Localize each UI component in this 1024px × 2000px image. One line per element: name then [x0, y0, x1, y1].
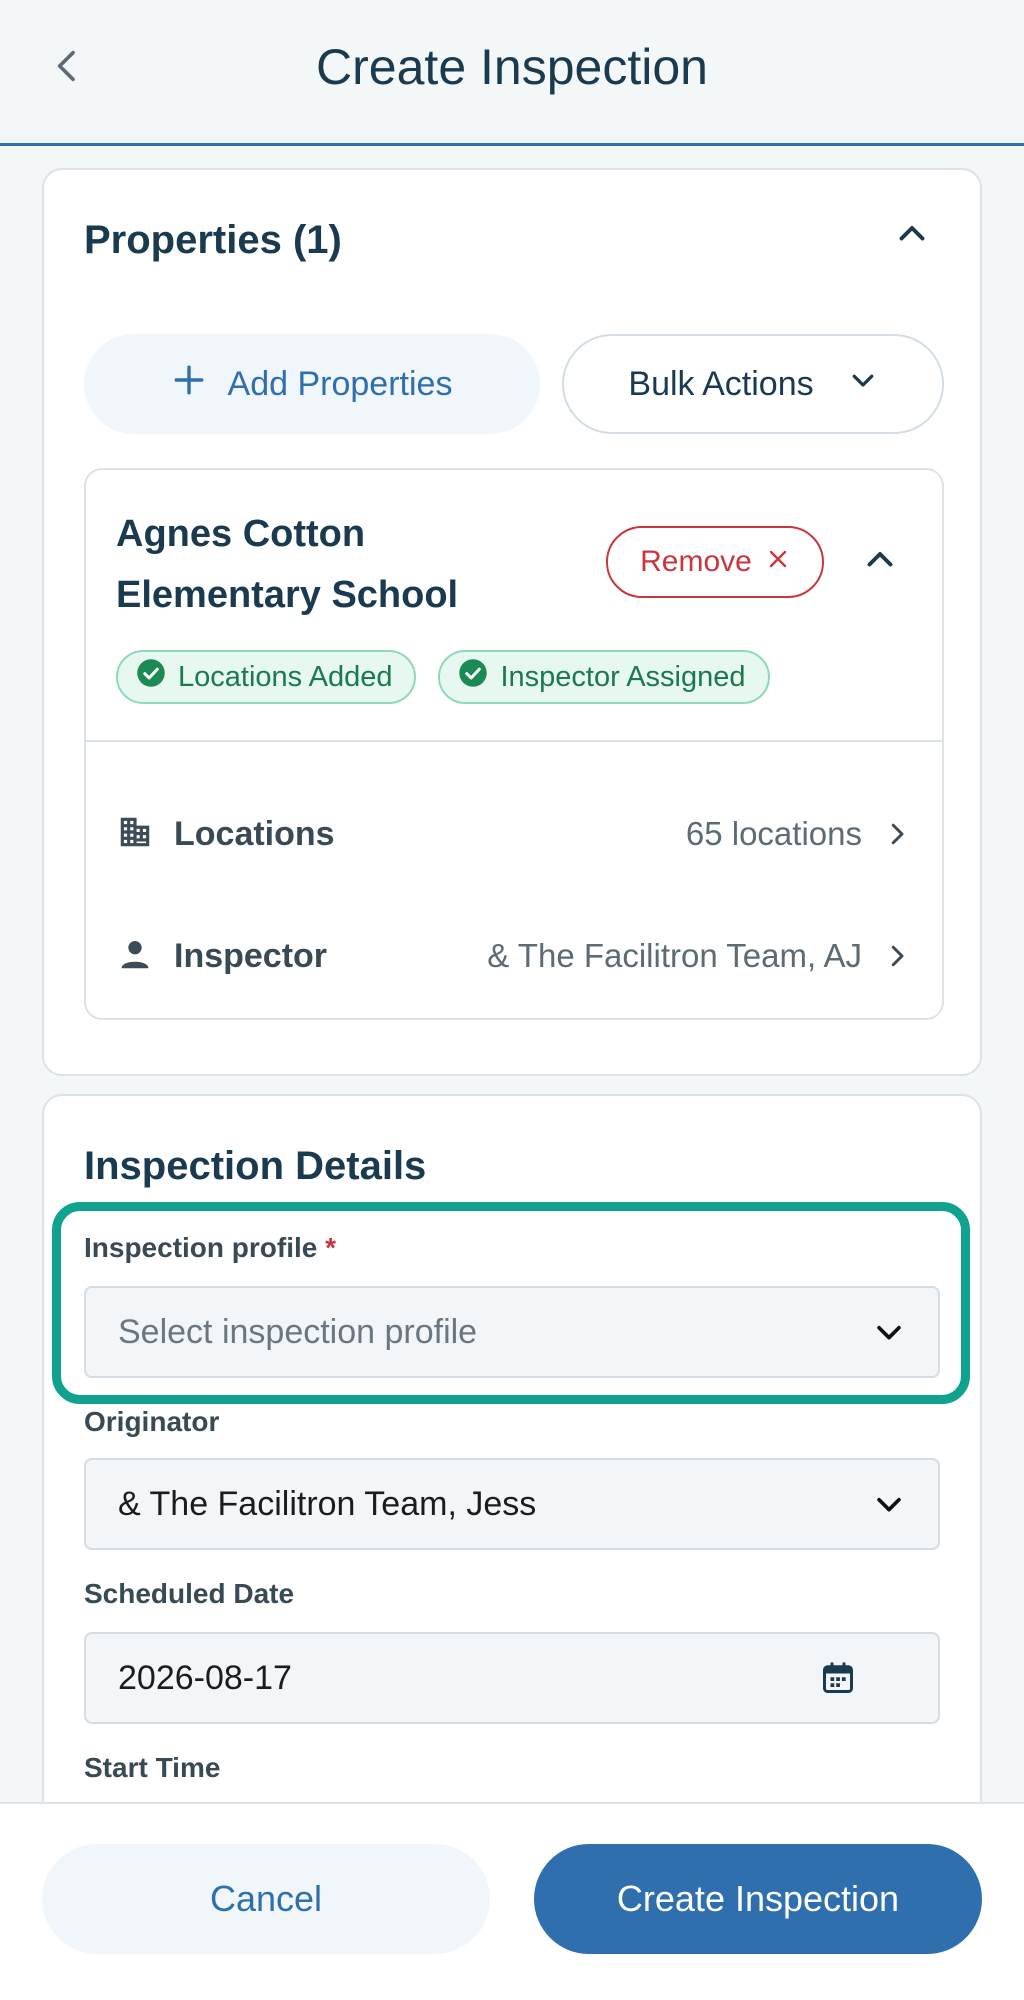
status-badges: Locations Added Inspector Assigned — [116, 650, 770, 704]
app-header: Create Inspection — [0, 0, 1024, 146]
status-badge: Inspector Assigned — [438, 650, 770, 704]
properties-card: Properties (1) Add Properties Bulk Actio… — [42, 168, 982, 1076]
originator-value: & The Facilitron Team, Jess — [118, 1484, 537, 1523]
cancel-button[interactable]: Cancel — [42, 1844, 490, 1954]
bulk-actions-label: Bulk Actions — [628, 364, 814, 403]
inspection-profile-label-text: Inspection profile — [84, 1232, 318, 1263]
plus-icon — [172, 363, 206, 406]
footer-action-bar: Cancel Create Inspection — [0, 1802, 1024, 2000]
start-time-label: Start Time — [84, 1752, 221, 1783]
inspection-details-title: Inspection Details — [84, 1144, 427, 1188]
badge-label: Locations Added — [178, 660, 393, 693]
page-title: Create Inspection — [316, 39, 708, 95]
remove-property-button[interactable]: Remove — [606, 526, 824, 598]
calendar-icon[interactable] — [820, 1660, 856, 1696]
property-name: Agnes Cotton Elementary School — [116, 513, 459, 616]
inspection-profile-placeholder: Select inspection profile — [118, 1312, 478, 1351]
property-card: Agnes Cotton Elementary School Remove Lo… — [84, 468, 944, 1020]
inspection-profile-label: Inspection profile * — [84, 1232, 336, 1264]
originator-label: Originator — [84, 1406, 220, 1437]
chevron-up-icon — [862, 542, 898, 583]
chevron-down-icon — [872, 1487, 906, 1521]
create-inspection-button[interactable]: Create Inspection — [534, 1844, 982, 1954]
badge-label: Inspector Assigned — [500, 660, 746, 693]
add-properties-label: Add Properties — [227, 364, 453, 403]
remove-label: Remove — [640, 545, 752, 578]
add-properties-button[interactable]: Add Properties — [84, 334, 540, 434]
building-icon — [116, 813, 154, 856]
chevron-right-icon — [862, 941, 912, 971]
required-marker: * — [325, 1232, 337, 1263]
scheduled-date-input[interactable]: 2026-08-17 — [84, 1632, 940, 1724]
collapse-property-button[interactable] — [850, 532, 910, 592]
inspector-value: & The Facilitron Team, AJ — [487, 937, 862, 974]
locations-value: 65 locations — [685, 815, 862, 852]
chevron-up-icon — [894, 216, 930, 257]
collapse-properties-button[interactable] — [882, 206, 942, 266]
inspector-label: Inspector — [174, 936, 328, 975]
locations-label: Locations — [174, 814, 335, 853]
properties-title: Properties (1) — [84, 218, 342, 262]
bulk-actions-button[interactable]: Bulk Actions — [562, 334, 944, 434]
status-badge: Locations Added — [116, 650, 417, 704]
locations-row[interactable]: Locations 65 locations — [116, 784, 912, 884]
chevron-right-icon — [862, 819, 912, 849]
scheduled-date-label: Scheduled Date — [84, 1578, 295, 1609]
form-scroll-area[interactable]: Properties (1) Add Properties Bulk Actio… — [0, 146, 1024, 1802]
inspection-profile-select[interactable]: Select inspection profile — [84, 1286, 940, 1378]
inspector-row[interactable]: Inspector & The Facilitron Team, AJ — [116, 906, 912, 1006]
close-icon — [766, 545, 790, 579]
scheduled-date-value: 2026-08-17 — [118, 1658, 292, 1697]
inspection-details-card: Inspection Details Inspection profile * … — [42, 1094, 982, 1802]
chevron-down-icon — [848, 365, 878, 404]
chevron-down-icon — [872, 1315, 906, 1349]
originator-select[interactable]: & The Facilitron Team, Jess — [84, 1458, 940, 1550]
check-circle-icon — [136, 658, 166, 696]
person-icon — [116, 935, 154, 978]
divider — [86, 740, 942, 742]
check-circle-icon — [458, 658, 488, 696]
